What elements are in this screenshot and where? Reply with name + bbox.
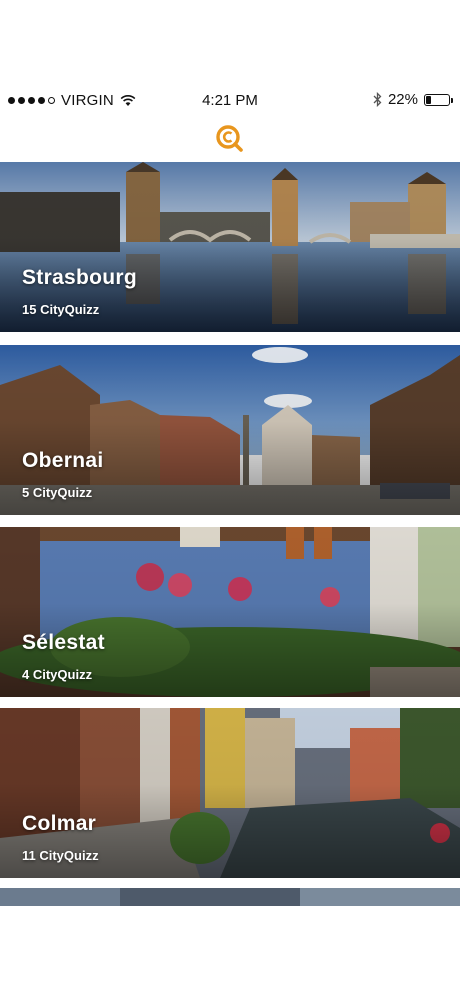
partial-card-photo (0, 888, 460, 906)
city-name: Strasbourg (22, 266, 138, 289)
city-quiz-count: 11 CityQuizz (22, 848, 99, 863)
cityquizz-logo-icon[interactable] (214, 124, 248, 156)
battery-percentage: 22% (387, 91, 418, 108)
city-card-strasbourg[interactable]: Strasbourg 15 CityQuizz (0, 162, 460, 332)
city-quiz-count: 4 CityQuizz (22, 667, 93, 682)
city-quiz-count: 5 CityQuizz (22, 485, 93, 500)
bluetooth-icon (373, 92, 382, 107)
city-name: Sélestat (22, 631, 105, 654)
city-card-obernai[interactable]: Obernai 5 CityQuizz (0, 345, 460, 515)
status-bar: VIRGIN 4:21 PM 22% (0, 88, 460, 114)
city-card-partial[interactable] (0, 888, 460, 906)
battery-level (426, 95, 431, 104)
battery-tip (451, 97, 453, 103)
status-right: 22% (373, 91, 453, 108)
city-name: Obernai (22, 449, 104, 472)
city-name: Colmar (22, 812, 97, 835)
city-quiz-count: 15 CityQuizz (22, 302, 100, 317)
city-card-colmar[interactable]: Colmar 11 CityQuizz (0, 708, 460, 878)
city-card-selestat[interactable]: Sélestat 4 CityQuizz (0, 527, 460, 697)
battery-icon (424, 93, 453, 106)
